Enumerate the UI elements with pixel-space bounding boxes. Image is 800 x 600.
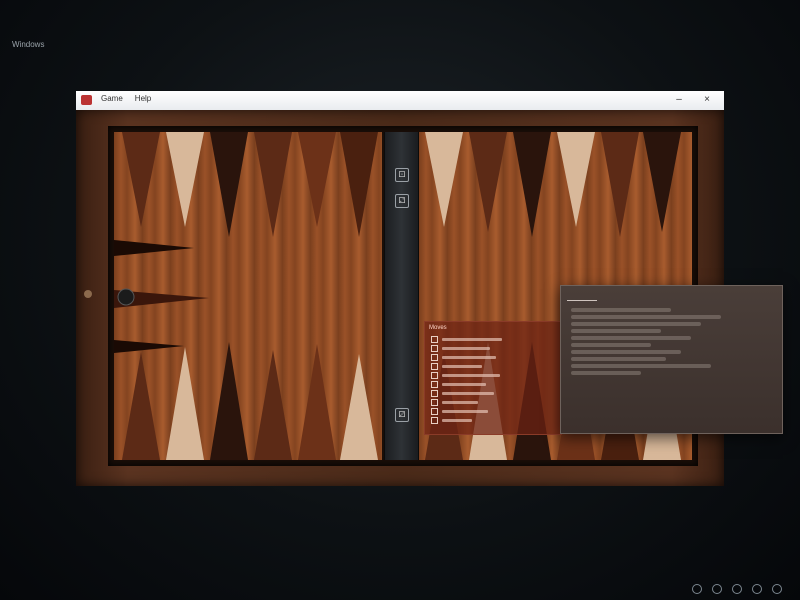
dialog-text-line	[571, 343, 651, 347]
point-7[interactable]	[340, 354, 378, 460]
list-item[interactable]	[431, 399, 555, 406]
list-item-text	[442, 347, 490, 350]
point-11[interactable]	[166, 347, 204, 460]
dialog-text-line	[571, 322, 701, 326]
list-item[interactable]	[431, 354, 555, 361]
desktop-label: Windows	[12, 40, 45, 49]
list-item-text	[442, 419, 472, 422]
checkbox[interactable]	[431, 399, 438, 406]
list-item-text	[442, 365, 482, 368]
checkbox[interactable]	[431, 381, 438, 388]
point-10[interactable]	[210, 342, 248, 460]
die-top-icon[interactable]: ⚀	[395, 168, 409, 182]
move-list-header: Moves	[429, 325, 447, 331]
dialog-tabs	[561, 286, 782, 305]
list-item[interactable]	[431, 417, 555, 424]
point-8[interactable]	[298, 344, 336, 460]
options-dialog[interactable]	[560, 285, 783, 434]
home-tray-top	[114, 240, 194, 256]
dialog-text-line	[571, 329, 661, 333]
flag-icon[interactable]	[772, 584, 782, 594]
point-13[interactable]	[122, 132, 160, 227]
point-15[interactable]	[210, 132, 248, 237]
dialog-text-line	[571, 308, 671, 312]
checkbox[interactable]	[431, 336, 438, 343]
dialog-text-line	[571, 364, 711, 368]
dialog-text-line	[571, 350, 681, 354]
dialog-text-line	[571, 336, 691, 340]
board-bar: ⚀ ⚁ ⚂	[384, 132, 419, 460]
point-24[interactable]	[643, 132, 681, 232]
list-item[interactable]	[431, 390, 555, 397]
minimize-button[interactable]: –	[672, 93, 686, 107]
point-20[interactable]	[469, 132, 507, 232]
checkbox[interactable]	[431, 390, 438, 397]
tab-second[interactable]	[615, 292, 635, 300]
point-21[interactable]	[513, 132, 551, 237]
menu-help[interactable]: Help	[134, 94, 152, 103]
tab-first[interactable]	[567, 292, 597, 301]
point-19[interactable]	[425, 132, 463, 227]
home-tray-bottom	[114, 340, 184, 353]
die-bottom-icon[interactable]: ⚂	[395, 408, 409, 422]
point-23[interactable]	[601, 132, 639, 237]
board-left-half[interactable]	[114, 132, 382, 460]
left-points	[114, 132, 378, 460]
list-item-text	[442, 392, 494, 395]
app-icon	[81, 95, 92, 105]
list-item[interactable]	[431, 336, 555, 343]
point-14[interactable]	[166, 132, 204, 227]
point-12[interactable]	[122, 352, 160, 460]
list-item-text	[442, 383, 486, 386]
title-bar: Game Help – ×	[76, 91, 724, 111]
system-tray	[692, 584, 792, 594]
point-16[interactable]	[254, 132, 292, 237]
checkbox[interactable]	[431, 417, 438, 424]
list-item-text	[442, 356, 496, 359]
volume-icon[interactable]	[732, 584, 742, 594]
checkbox[interactable]	[431, 408, 438, 415]
point-17[interactable]	[298, 132, 336, 227]
dialog-text-line	[571, 371, 641, 375]
point-22[interactable]	[557, 132, 595, 227]
list-item-text	[442, 374, 500, 377]
menu-game[interactable]: Game	[100, 94, 124, 103]
checker-icon[interactable]	[117, 288, 135, 306]
close-button[interactable]: ×	[700, 93, 714, 107]
point-18[interactable]	[340, 132, 378, 237]
list-item[interactable]	[431, 381, 555, 388]
menu-bar: Game Help	[100, 94, 152, 103]
checkbox[interactable]	[431, 372, 438, 379]
board-hinge-icon	[84, 290, 92, 298]
move-list-panel[interactable]: Moves	[424, 321, 562, 435]
tray-icon[interactable]	[692, 584, 702, 594]
dialog-text-line	[571, 315, 721, 319]
list-item-text	[442, 338, 502, 341]
list-item-text	[442, 410, 488, 413]
list-item[interactable]	[431, 408, 555, 415]
list-item-text	[442, 401, 478, 404]
checkbox[interactable]	[431, 345, 438, 352]
network-icon[interactable]	[752, 584, 762, 594]
die-second-icon[interactable]: ⚁	[395, 194, 409, 208]
point-9[interactable]	[254, 350, 292, 460]
list-item[interactable]	[431, 372, 555, 379]
checkbox[interactable]	[431, 363, 438, 370]
list-item[interactable]	[431, 345, 555, 352]
list-item[interactable]	[431, 363, 555, 370]
tray-icon[interactable]	[712, 584, 722, 594]
dialog-text-line	[571, 357, 666, 361]
checkbox[interactable]	[431, 354, 438, 361]
